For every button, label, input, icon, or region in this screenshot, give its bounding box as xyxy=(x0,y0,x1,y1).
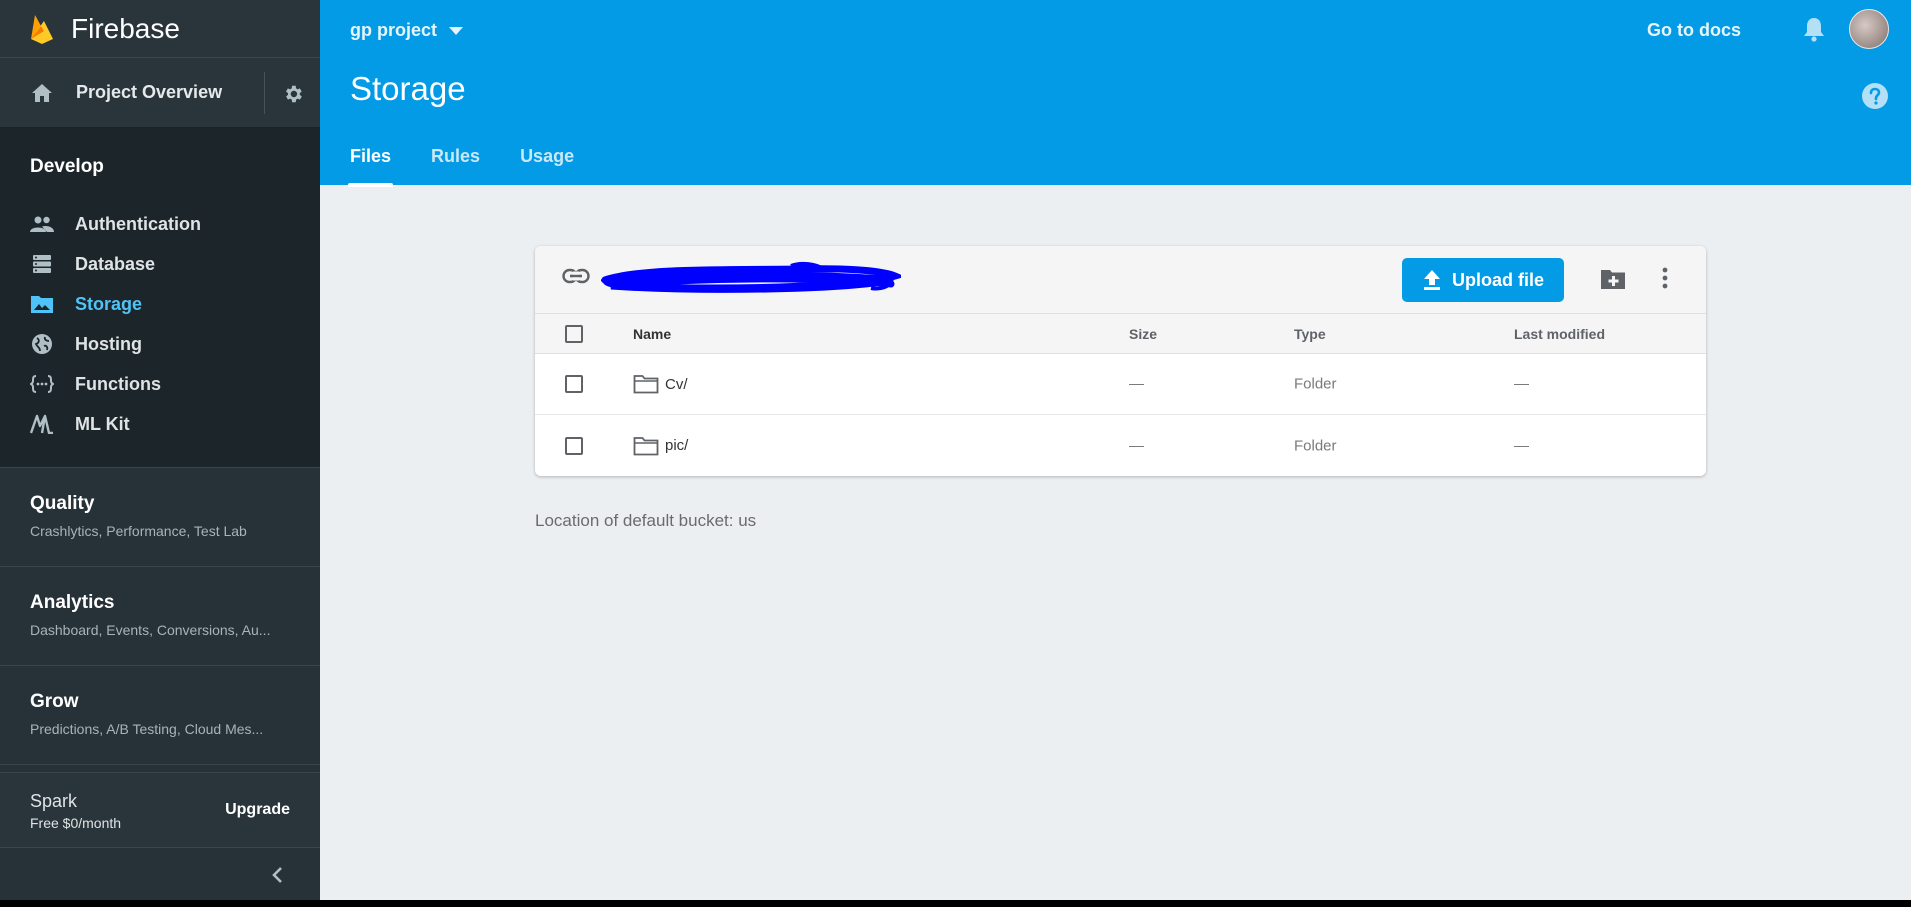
row-name-text: pic/ xyxy=(665,437,689,454)
sidebar-group-quality[interactable]: Quality Crashlytics, Performance, Test L… xyxy=(0,468,320,567)
row-size: — xyxy=(1129,437,1144,454)
upload-icon xyxy=(1423,270,1440,290)
table-header: Name Size Type Last modified xyxy=(535,314,1706,354)
sidebar: Firebase Project Overview Develop Authen… xyxy=(0,0,320,900)
functions-icon xyxy=(30,372,54,396)
row-modified: — xyxy=(1514,375,1529,393)
row-checkbox[interactable] xyxy=(565,375,583,393)
storage-icon xyxy=(30,292,54,316)
group-subtitle: Predictions, A/B Testing, Cloud Mes... xyxy=(30,721,264,737)
files-toolbar: Upload file xyxy=(535,246,1706,314)
column-header-size[interactable]: Size xyxy=(1129,326,1157,342)
settings-gear-icon[interactable] xyxy=(282,83,304,105)
sidebar-item-authentication[interactable]: Authentication xyxy=(0,204,320,244)
row-name-text: Cv/ xyxy=(665,375,688,393)
help-icon[interactable] xyxy=(1861,82,1889,110)
bucket-location-text: Location of default bucket: us xyxy=(535,511,757,530)
project-selector[interactable]: gp project xyxy=(350,20,464,41)
caret-down-icon xyxy=(449,26,464,35)
overview-divider xyxy=(264,72,265,114)
project-overview-label: Project Overview xyxy=(76,82,223,102)
sidebar-item-storage[interactable]: Storage xyxy=(0,284,320,324)
brand-name: Firebase xyxy=(71,12,180,44)
sidebar-item-database[interactable]: Database xyxy=(0,244,320,284)
sidebar-item-hosting[interactable]: Hosting xyxy=(0,324,320,364)
sidebar-item-label: Storage xyxy=(75,293,143,314)
database-icon xyxy=(30,252,54,276)
group-title: Quality xyxy=(30,493,95,514)
group-title: Grow xyxy=(30,691,79,712)
row-checkbox[interactable] xyxy=(565,436,583,455)
home-icon xyxy=(32,83,52,102)
tab-usage[interactable]: Usage xyxy=(520,146,574,187)
sidebar-group-analytics[interactable]: Analytics Dashboard, Events, Conversions… xyxy=(0,567,320,666)
sidebar-item-label: Functions xyxy=(75,373,161,394)
sidebar-item-label: Hosting xyxy=(75,333,142,354)
row-modified: — xyxy=(1514,437,1529,454)
create-folder-icon[interactable] xyxy=(1600,268,1626,290)
develop-title: Develop xyxy=(30,156,104,177)
mlkit-icon xyxy=(30,412,54,436)
group-title: Analytics xyxy=(30,592,115,613)
link-icon[interactable] xyxy=(562,268,590,284)
collapse-sidebar-chevron-left-icon[interactable] xyxy=(268,865,288,885)
row-type: Folder xyxy=(1294,375,1337,393)
upload-file-label: Upload file xyxy=(1451,269,1544,290)
row-name-cell[interactable]: pic/ xyxy=(633,436,688,456)
go-to-docs-link[interactable]: Go to docs xyxy=(1647,20,1741,41)
tab-files[interactable]: Files xyxy=(347,146,394,187)
sidebar-item-functions[interactable]: Functions xyxy=(0,364,320,404)
sidebar-group-grow[interactable]: Grow Predictions, A/B Testing, Cloud Mes… xyxy=(0,666,320,765)
more-vert-icon[interactable] xyxy=(1661,266,1669,290)
group-subtitle: Dashboard, Events, Conversions, Au... xyxy=(30,622,271,638)
select-all-checkbox[interactable] xyxy=(565,324,583,343)
user-avatar[interactable] xyxy=(1849,9,1889,49)
plan-panel: Spark Free $0/month Upgrade xyxy=(0,772,320,848)
project-overview-row[interactable]: Project Overview xyxy=(0,58,320,128)
group-subtitle: Crashlytics, Performance, Test Lab xyxy=(30,523,247,539)
tab-bar: Files Rules Usage xyxy=(347,146,614,187)
globe-icon xyxy=(30,332,54,356)
folder-icon xyxy=(633,436,659,455)
folder-icon xyxy=(633,375,659,394)
firebase-logo-icon xyxy=(31,14,53,44)
column-header-type[interactable]: Type xyxy=(1294,326,1326,342)
page-title: Storage xyxy=(350,70,466,107)
sidebar-item-label: Database xyxy=(75,253,156,274)
brand-header[interactable]: Firebase xyxy=(0,0,320,58)
sidebar-item-label: Authentication xyxy=(75,213,201,234)
develop-section: Develop Authentication Database Storage … xyxy=(0,128,320,468)
project-name: gp project xyxy=(350,20,438,40)
files-card: Upload file Name Size Type Last modified… xyxy=(535,246,1706,476)
upgrade-button[interactable]: Upgrade xyxy=(225,801,290,819)
sidebar-item-ml-kit[interactable]: ML Kit xyxy=(0,404,320,444)
tab-rules[interactable]: Rules xyxy=(431,146,480,187)
upload-file-button[interactable]: Upload file xyxy=(1402,258,1564,302)
app: Firebase Project Overview Develop Authen… xyxy=(0,0,1911,900)
sidebar-item-label: ML Kit xyxy=(75,413,130,434)
table-row[interactable]: pic/ — Folder — xyxy=(535,415,1706,476)
row-type: Folder xyxy=(1294,437,1337,454)
row-size: — xyxy=(1129,375,1144,393)
row-name-cell[interactable]: Cv/ xyxy=(633,374,688,394)
header: gp project Go to docs Storage Files Rule… xyxy=(320,0,1911,187)
notifications-bell-icon[interactable] xyxy=(1803,16,1825,42)
redacted-bucket-url-scribble xyxy=(601,261,901,293)
column-header-name[interactable]: Name xyxy=(633,326,671,342)
column-header-last-modified[interactable]: Last modified xyxy=(1514,326,1605,342)
table-row[interactable]: Cv/ — Folder — xyxy=(535,354,1706,415)
people-icon xyxy=(30,212,54,236)
